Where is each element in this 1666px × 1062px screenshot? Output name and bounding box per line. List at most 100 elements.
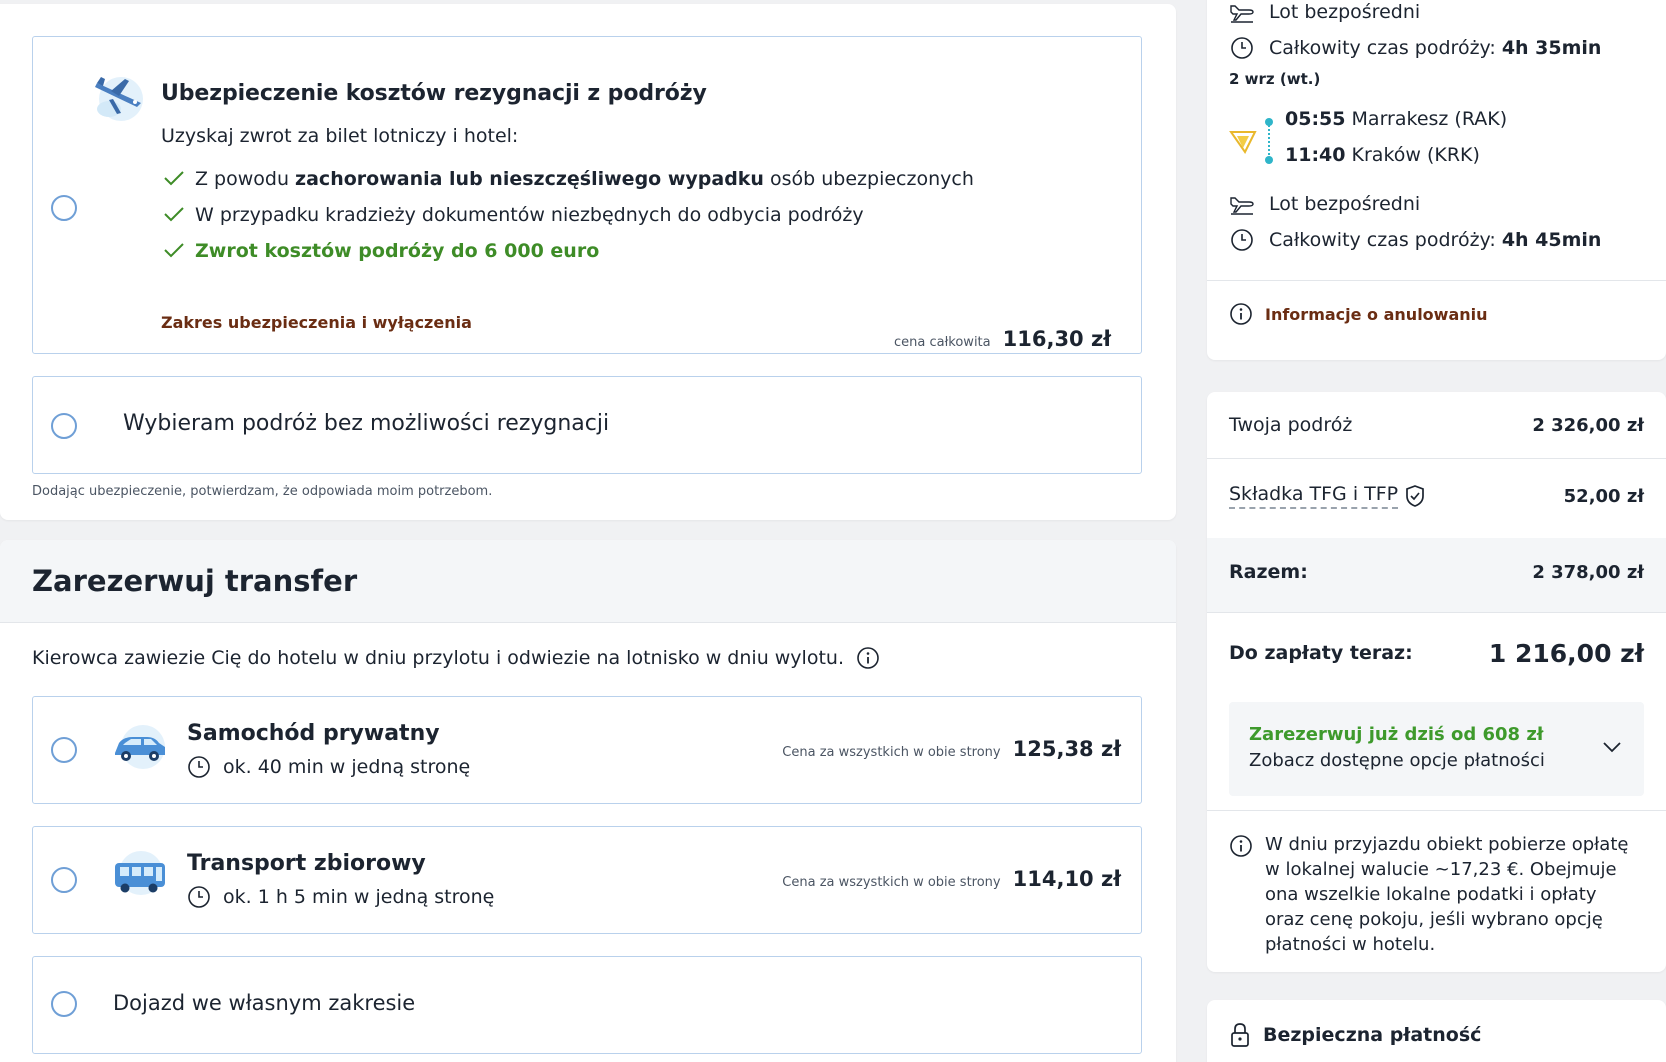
booking-page: Ubezpieczenie kosztów rezygnacji z podró… [0, 0, 1666, 1062]
total-value: 2 378,00 zł [1532, 561, 1644, 583]
secure-payment-panel: Bezpieczna płatność [1207, 1000, 1666, 1062]
departure-segment: 05:55 Marrakesz (RAK) [1285, 108, 1507, 130]
no-insurance-option-card[interactable]: Wybieram podróż bez możliwości rezygnacj… [32, 376, 1142, 474]
info-icon [1230, 835, 1252, 857]
installments-subtitle: Zobacz dostępne opcje płatności [1249, 750, 1545, 771]
benefit-text-post: osób ubezpieczonych [763, 168, 974, 190]
price-label: Cena za wszystkich w obie strony [782, 875, 1001, 890]
total-label: Razem: [1229, 561, 1308, 583]
total-row: Razem: 2 378,00 zł [1229, 552, 1644, 592]
trip-label: Twoja podróż [1229, 414, 1353, 436]
price-value: 125,38 zł [1012, 737, 1121, 761]
clock-icon [1231, 229, 1253, 251]
info-icon [1230, 303, 1252, 325]
plane-landing-icon [1230, 5, 1254, 23]
own-transport-radio[interactable] [51, 991, 77, 1017]
total-time-label: Całkowity czas podróży: [1269, 37, 1496, 59]
chevron-down-icon [1603, 742, 1621, 753]
transfer-description: Kierowca zawiezie Cię do hotelu w dniu p… [32, 646, 880, 670]
transfer-option-own[interactable]: Dojazd we własnym zakresie [32, 956, 1142, 1054]
total-time-label: Całkowity czas podróży: [1269, 229, 1496, 251]
transfer-duration-text: ok. 1 h 5 min w jedną stronę [223, 886, 495, 908]
summary-column: Lot bezpośredni Całkowity czas podróży: … [1207, 0, 1666, 1062]
trip-price-row: Twoja podróż 2 326,00 zł [1229, 412, 1644, 438]
benefit-item: Z powodu zachorowania lub nieszczęśliweg… [161, 161, 974, 197]
info-icon[interactable] [856, 646, 880, 670]
tfg-fee-row: Składka TFG i TFP 52,00 zł [1229, 480, 1644, 512]
direct-flight-row: Lot bezpośredni [1229, 0, 1420, 24]
divider [1207, 810, 1666, 811]
local-fee-note: W dniu przyjazdu obiekt pobierze opłatę … [1229, 832, 1639, 957]
lock-icon [1231, 1023, 1249, 1047]
transfer-option-shared-transport[interactable]: Transport zbiorowy ok. 1 h 5 min w jedną… [32, 826, 1142, 934]
return-flight-date: 2 wrz (wt.) [1229, 70, 1321, 88]
cancellation-info-link[interactable]: Informacje o anulowaniu [1229, 302, 1488, 326]
benefit-text-pre: Z powodu [195, 168, 296, 190]
arrival-time: 11:40 [1285, 144, 1346, 166]
shared-transport-radio[interactable] [51, 867, 77, 893]
consent-note: Dodając ubezpieczenie, potwierdzam, że o… [32, 484, 493, 499]
insurance-price: cena całkowita 116,30 zł [894, 327, 1111, 351]
main-column: Ubezpieczenie kosztów rezygnacji z podró… [0, 0, 1177, 1062]
installments-toggle[interactable]: Zarezerwuj już dziś od 608 zł Zobacz dos… [1229, 702, 1644, 796]
transfer-price: Cena za wszystkich w obie strony 114,10 … [782, 867, 1121, 891]
timeline-dot [1265, 156, 1273, 164]
benefit-text-bold: Zwrot kosztów podróży do 6 000 euro [195, 240, 600, 262]
check-icon [164, 171, 184, 186]
transfer-price: Cena za wszystkich w obie strony 125,38 … [782, 737, 1121, 761]
benefit-item: Zwrot kosztów podróży do 6 000 euro [161, 233, 974, 269]
pay-now-value: 1 216,00 zł [1488, 638, 1644, 668]
insurance-section: Ubezpieczenie kosztów rezygnacji z podró… [0, 4, 1176, 520]
insurance-subtitle: Uzyskaj zwrot za bilet lotniczy i hotel: [161, 125, 519, 147]
no-insurance-radio[interactable] [51, 413, 77, 439]
shield-check-icon [1406, 485, 1424, 507]
transfer-name: Samochód prywatny [187, 721, 440, 746]
clock-icon [1231, 37, 1253, 59]
timeline-line [1268, 125, 1270, 155]
benefit-text-bold: zachorowania lub nieszczęśliwego wypadku [295, 168, 764, 190]
arrival-segment: 11:40 Kraków (KRK) [1285, 144, 1480, 166]
cancellation-info-label: Informacje o anulowaniu [1265, 304, 1488, 324]
direct-flight-label: Lot bezpośredni [1269, 1, 1421, 23]
total-time-value: 4h 45min [1501, 229, 1602, 251]
transfer-header: Zarezerwuj transfer [0, 540, 1176, 623]
tfg-label[interactable]: Składka TFG i TFP [1229, 483, 1426, 509]
direct-flight-row: Lot bezpośredni [1229, 192, 1420, 216]
total-time-row: Całkowity czas podróży: 4h 35min [1229, 36, 1601, 60]
insurance-title: Ubezpieczenie kosztów rezygnacji z podró… [161, 81, 707, 106]
insurance-range-link[interactable]: Zakres ubezpieczenia i wyłączenia [161, 313, 472, 332]
return-flight-times: 05:55 Marrakesz (RAK) 11:40 Kraków (KRK) [1229, 108, 1629, 188]
insurance-option-card[interactable]: Ubezpieczenie kosztów rezygnacji z podró… [32, 36, 1142, 354]
check-icon [164, 243, 184, 258]
flight-details-panel: Lot bezpośredni Całkowity czas podróży: … [1207, 0, 1666, 360]
insurance-benefits-list: Z powodu zachorowania lub nieszczęśliweg… [161, 161, 974, 269]
price-label: Cena za wszystkich w obie strony [782, 745, 1001, 760]
divider [1207, 458, 1666, 459]
departure-place: Marrakesz (RAK) [1351, 108, 1508, 130]
airline-logo [1229, 131, 1257, 154]
plane-landing-icon [1230, 197, 1254, 215]
private-car-radio[interactable] [51, 737, 77, 763]
clock-icon [188, 756, 210, 778]
price-value: 116,30 zł [1002, 327, 1111, 351]
insurance-radio[interactable] [51, 195, 77, 221]
benefit-text: W przypadku kradzieży dokumentów niezbęd… [195, 204, 864, 226]
own-transport-label: Dojazd we własnym zakresie [113, 991, 416, 1015]
price-value: 114,10 zł [1012, 867, 1121, 891]
departure-time: 05:55 [1285, 108, 1346, 130]
local-fee-text: W dniu przyjazdu obiekt pobierze opłatę … [1265, 834, 1629, 955]
transfer-duration: ok. 1 h 5 min w jedną stronę [187, 885, 494, 909]
plane-insurance-illustration [95, 77, 143, 121]
divider [1207, 612, 1666, 613]
transfer-option-private-car[interactable]: Samochód prywatny ok. 40 min w jedną str… [32, 696, 1142, 804]
installments-title: Zarezerwuj już dziś od 608 zł [1249, 724, 1544, 745]
price-label: cena całkowita [894, 335, 991, 350]
secure-payment-label: Bezpieczna płatność [1263, 1024, 1482, 1046]
transfer-name: Transport zbiorowy [187, 851, 426, 876]
benefit-item: W przypadku kradzieży dokumentów niezbęd… [161, 197, 974, 233]
pay-now-row: Do zapłaty teraz: 1 216,00 zł [1229, 632, 1644, 674]
transfer-duration: ok. 40 min w jedną stronę [187, 755, 470, 779]
pay-now-label: Do zapłaty teraz: [1229, 642, 1413, 664]
price-summary-panel: Twoja podróż 2 326,00 zł Składka TFG i T… [1207, 392, 1666, 972]
transfer-duration-text: ok. 40 min w jedną stronę [223, 756, 471, 778]
